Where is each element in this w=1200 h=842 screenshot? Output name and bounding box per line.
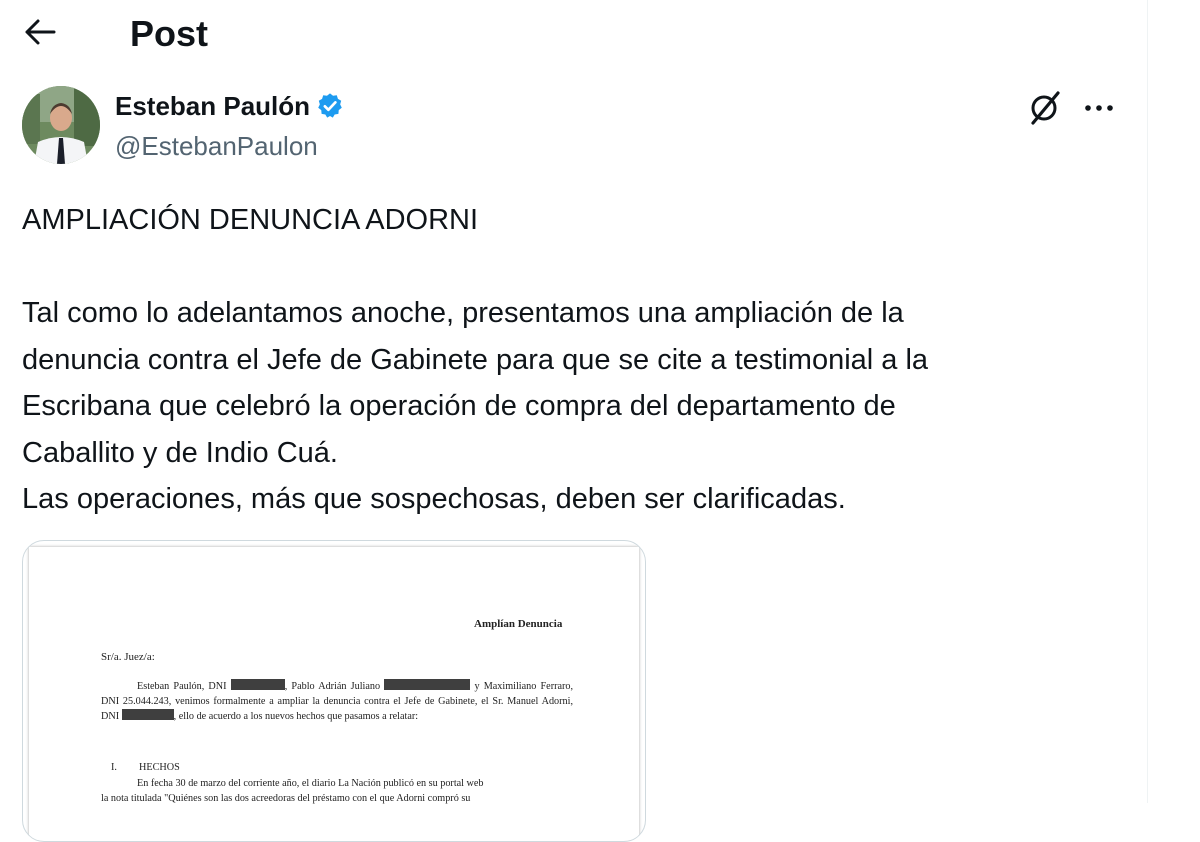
doc-text: , ello de acuerdo a los nuevos hechos qu… xyxy=(173,711,419,723)
doc-text: En fecha 30 de marzo del corriente año, … xyxy=(137,778,484,789)
tweet-text: AMPLIACIÓN DENUNCIA ADORNI Tal como lo a… xyxy=(22,197,1122,523)
author-name-text: Esteban Paulón xyxy=(115,91,311,121)
document-salutation: Sr/a. Juez/a: xyxy=(101,651,155,663)
tweet-line: Caballito y de Indio Cuá. xyxy=(22,436,338,469)
arrow-left-icon xyxy=(25,19,56,45)
author-handle[interactable]: @EstebanPaulon xyxy=(115,129,318,163)
redaction xyxy=(121,709,174,721)
tweet-line-blank xyxy=(22,244,1122,291)
verified-badge-icon xyxy=(316,92,344,120)
column-divider xyxy=(1147,0,1148,803)
more-options-button[interactable] xyxy=(1078,88,1120,128)
grok-icon xyxy=(1031,91,1060,125)
doc-text: Esteban Paulón, DNI xyxy=(137,681,227,692)
heading-number: I. xyxy=(111,762,117,773)
tweet-line: denuncia contra el Jefe de Gabinete para… xyxy=(22,343,929,376)
doc-text: la nota titulada "Quiénes son las dos ac… xyxy=(101,792,471,804)
more-icon xyxy=(1085,105,1113,111)
doc-text: , Pablo Adrián Juliano xyxy=(284,681,381,692)
avatar[interactable] xyxy=(22,86,100,164)
tweet-media-image[interactable]: Amplían Denuncia Sr/a. Juez/a: Esteban P… xyxy=(22,540,646,842)
page-header: Post xyxy=(0,0,1147,66)
tweet-line: AMPLIACIÓN DENUNCIA ADORNI xyxy=(22,204,479,236)
back-button[interactable] xyxy=(18,12,62,52)
redaction xyxy=(230,679,285,690)
tweet-line: Escribana que celebró la operación de co… xyxy=(22,390,896,422)
document-heading: I. HECHOS xyxy=(111,762,180,773)
document-body: En fecha 30 de marzo del corriente año, … xyxy=(101,777,573,806)
tweet-line: Las operaciones, más que sospechosas, de… xyxy=(22,483,846,515)
document-image: Amplían Denuncia Sr/a. Juez/a: Esteban P… xyxy=(29,547,639,841)
tweet-line: Tal como lo adelantamos anoche, presenta… xyxy=(22,297,904,329)
author-name[interactable]: Esteban Paulón xyxy=(115,89,344,123)
grok-button[interactable] xyxy=(1024,88,1066,128)
document-title: Amplían Denuncia xyxy=(474,618,563,630)
document-paragraph: Esteban Paulón, DNI , Pablo Adrián Julia… xyxy=(101,679,573,725)
redaction xyxy=(384,679,471,690)
page-title: Post xyxy=(130,13,209,54)
heading-text: HECHOS xyxy=(139,762,180,773)
